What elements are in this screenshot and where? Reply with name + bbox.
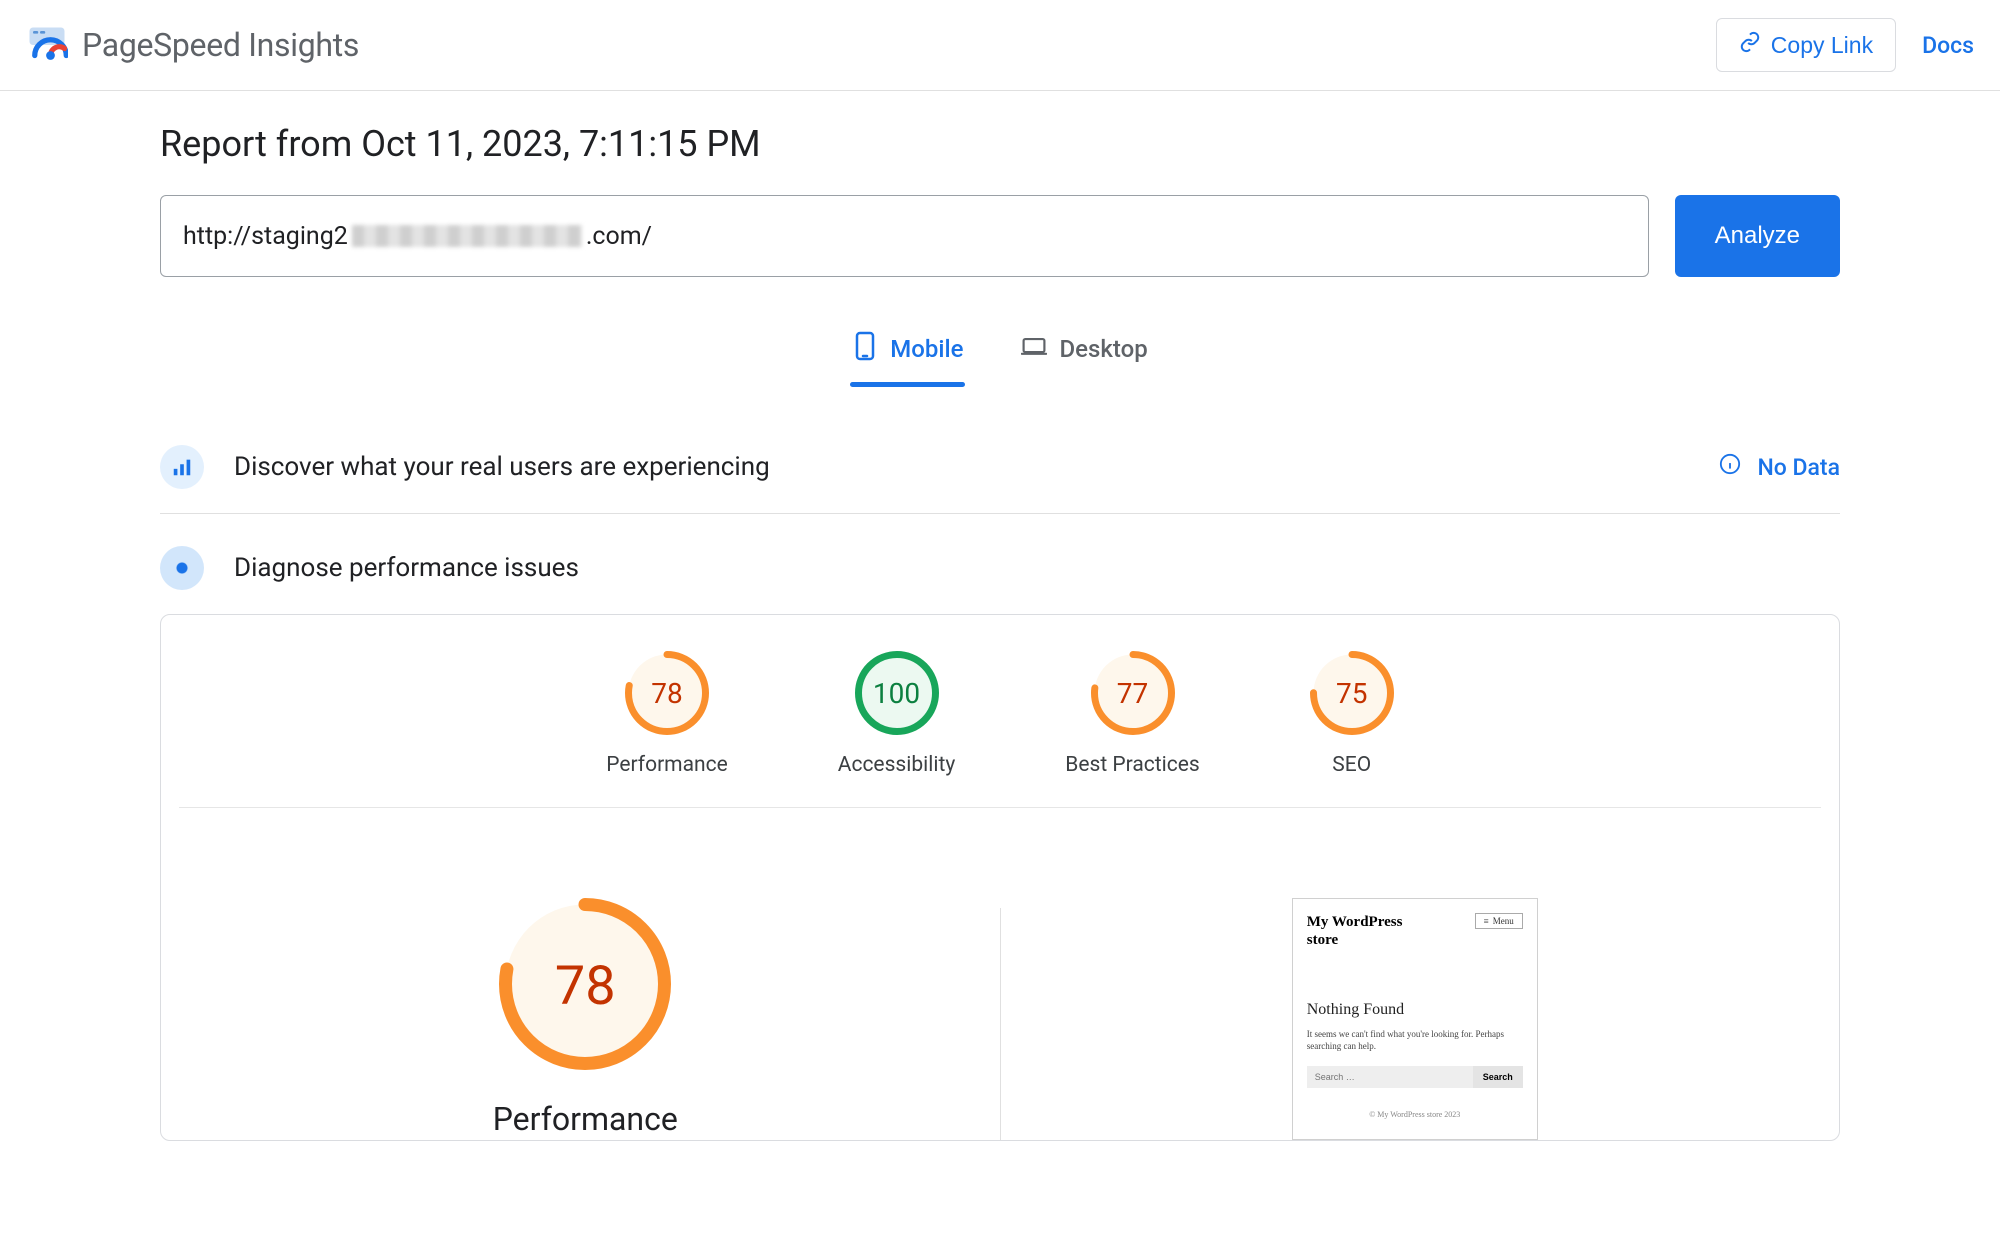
preview-search: Search bbox=[1307, 1066, 1523, 1088]
gauge-label: Performance bbox=[606, 753, 727, 777]
gauge-row: 78 Performance 100 Accessibility 77 Best… bbox=[179, 651, 1821, 808]
preview-search-button: Search bbox=[1473, 1066, 1523, 1088]
preview-search-input bbox=[1307, 1066, 1473, 1088]
performance-big-label: Performance bbox=[493, 1100, 678, 1138]
tab-mobile-label: Mobile bbox=[890, 335, 963, 363]
gauge-performance[interactable]: 78 Performance bbox=[606, 651, 727, 777]
big-gauge-value: 78 bbox=[499, 898, 671, 1074]
detail-section: 78 Performance My WordPress store ≡ Menu… bbox=[161, 808, 1839, 1140]
tab-desktop[interactable]: Desktop bbox=[1019, 319, 1149, 385]
redacted-text bbox=[352, 225, 582, 247]
hamburger-icon: ≡ bbox=[1484, 916, 1489, 926]
screenshot-preview-area: My WordPress store ≡ Menu Nothing Found … bbox=[1031, 898, 1800, 1140]
link-icon bbox=[1739, 31, 1761, 59]
diagnose-icon bbox=[160, 546, 204, 590]
device-preview: My WordPress store ≡ Menu Nothing Found … bbox=[1292, 898, 1538, 1140]
big-gauge-area: 78 Performance bbox=[201, 898, 970, 1138]
app-logo-icon bbox=[26, 24, 68, 66]
gauge-best-practices[interactable]: 77 Best Practices bbox=[1065, 651, 1199, 777]
gauge-value: 100 bbox=[855, 651, 939, 735]
gauge-circle: 77 bbox=[1091, 651, 1175, 735]
url-row: http://staging2 .com/ Analyze bbox=[160, 195, 1840, 277]
copy-link-label: Copy Link bbox=[1771, 32, 1873, 59]
header-left: PageSpeed Insights bbox=[26, 24, 359, 66]
main-content: Report from Oct 11, 2023, 7:11:15 PM htt… bbox=[160, 91, 1840, 1141]
preview-heading: Nothing Found bbox=[1307, 1001, 1523, 1019]
gauge-label: Accessibility bbox=[838, 753, 956, 777]
gauge-circle: 100 bbox=[855, 651, 939, 735]
docs-link[interactable]: Docs bbox=[1922, 32, 1974, 59]
tab-desktop-label: Desktop bbox=[1059, 335, 1147, 363]
lighthouse-panel: 78 Performance 100 Accessibility 77 Best… bbox=[160, 614, 1840, 1141]
gauge-circle: 75 bbox=[1310, 651, 1394, 735]
preview-text: It seems we can't find what you're looki… bbox=[1307, 1029, 1523, 1052]
report-title: Report from Oct 11, 2023, 7:11:15 PM bbox=[160, 123, 1840, 165]
device-tabs: Mobile Desktop bbox=[160, 319, 1840, 385]
app-header: PageSpeed Insights Copy Link Docs bbox=[0, 0, 2000, 91]
gauge-value: 75 bbox=[1310, 651, 1394, 735]
gauge-circle: 78 bbox=[625, 651, 709, 735]
url-text-prefix: http://staging2 bbox=[183, 222, 348, 251]
preview-menu-label: Menu bbox=[1493, 916, 1514, 926]
no-data-label: No Data bbox=[1757, 454, 1840, 481]
no-data-indicator[interactable]: No Data bbox=[1719, 453, 1840, 481]
discover-title: Discover what your real users are experi… bbox=[234, 452, 770, 482]
preview-site-title: My WordPress store bbox=[1307, 913, 1437, 949]
gauge-value: 78 bbox=[625, 651, 709, 735]
app-title: PageSpeed Insights bbox=[82, 26, 359, 64]
analyze-button[interactable]: Analyze bbox=[1675, 195, 1840, 277]
preview-footer: © My WordPress store 2023 bbox=[1307, 1110, 1523, 1119]
gauge-accessibility[interactable]: 100 Accessibility bbox=[838, 651, 956, 777]
gauge-label: Best Practices bbox=[1065, 753, 1199, 777]
gauge-value: 77 bbox=[1091, 651, 1175, 735]
header-right: Copy Link Docs bbox=[1716, 18, 1974, 72]
preview-menu-button: ≡ Menu bbox=[1475, 913, 1523, 929]
desktop-icon bbox=[1021, 331, 1047, 367]
url-input[interactable]: http://staging2 .com/ bbox=[160, 195, 1649, 277]
discover-icon bbox=[160, 445, 204, 489]
discover-section-header: Discover what your real users are experi… bbox=[160, 425, 1840, 514]
vertical-separator bbox=[1000, 908, 1001, 1140]
diagnose-title: Diagnose performance issues bbox=[234, 553, 579, 583]
url-text-suffix: .com/ bbox=[586, 222, 652, 251]
copy-link-button[interactable]: Copy Link bbox=[1716, 18, 1896, 72]
tab-mobile[interactable]: Mobile bbox=[850, 319, 965, 385]
mobile-icon bbox=[852, 331, 878, 367]
gauge-seo[interactable]: 75 SEO bbox=[1310, 651, 1394, 777]
info-icon bbox=[1719, 453, 1741, 481]
performance-big-gauge: 78 bbox=[499, 898, 671, 1074]
diagnose-section-header: Diagnose performance issues bbox=[160, 514, 1840, 614]
gauge-label: SEO bbox=[1332, 753, 1371, 777]
